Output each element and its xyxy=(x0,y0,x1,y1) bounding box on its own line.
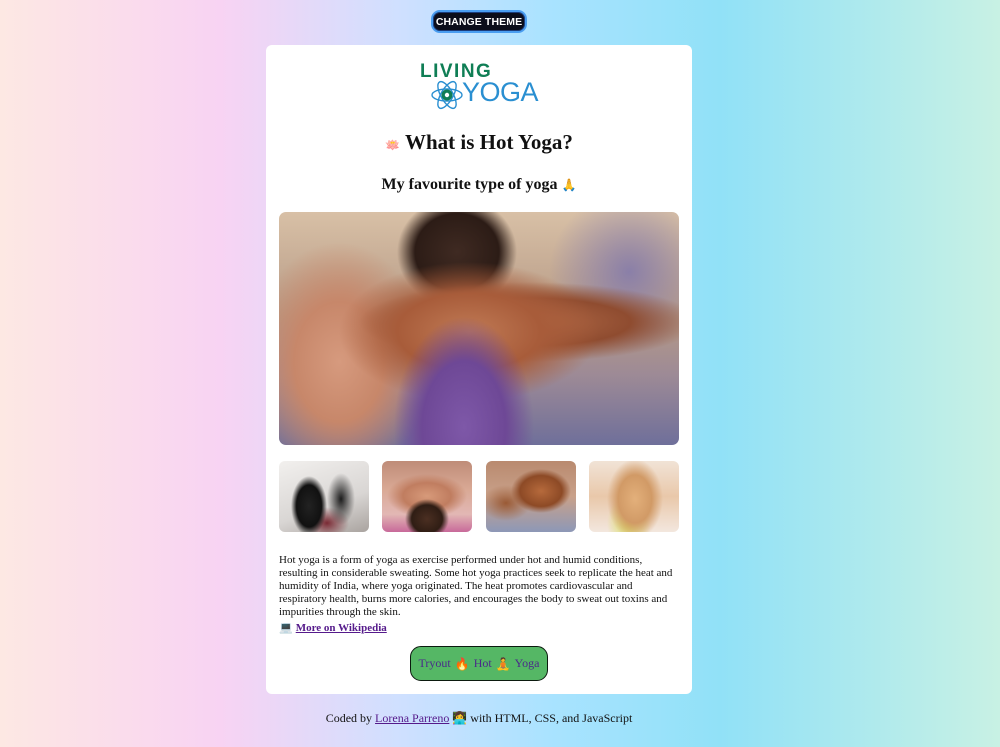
wikipedia-link-row: 💻 More on Wikipedia xyxy=(279,621,387,634)
praying-hands-icon: 🙏 xyxy=(561,178,577,192)
meditation-icon: 🧘 xyxy=(495,656,511,671)
footer-suffix: with HTML, CSS, and JavaScript xyxy=(470,711,633,725)
tryout-hot-yoga-button[interactable]: Tryout 🔥 Hot 🧘 Yoga xyxy=(410,646,548,681)
author-link[interactable]: Lorena Parreno xyxy=(375,711,449,725)
hot-word: Hot xyxy=(473,656,492,670)
thumbnail-image-2[interactable] xyxy=(382,461,472,532)
logo-text-yoga: YOGA xyxy=(462,77,539,107)
page-subtitle-text: My favourite type of yoga xyxy=(381,176,558,193)
content-card: LIVING YOGA 🪷 What is Hot Yoga? My favou… xyxy=(266,45,692,694)
page-subtitle: My favourite type of yoga 🙏 xyxy=(266,176,692,194)
lotus-icon: 🪷 xyxy=(385,138,401,152)
thumbnail-image-3[interactable] xyxy=(486,461,576,532)
yoga-word: Yoga xyxy=(514,656,540,670)
lotus-atom-icon xyxy=(431,80,463,110)
page-title: 🪷 What is Hot Yoga? xyxy=(266,130,692,155)
page-title-text: What is Hot Yoga? xyxy=(405,130,573,154)
thumbnail-image-4[interactable] xyxy=(589,461,679,532)
tryout-word: Tryout xyxy=(418,656,451,670)
footer-prefix: Coded by xyxy=(325,711,373,725)
footer: Coded by Lorena Parreno 👩‍💻 with HTML, C… xyxy=(0,711,958,726)
change-theme-button[interactable]: CHANGE THEME xyxy=(431,10,527,33)
thumbnail-gallery xyxy=(279,461,679,532)
hero-image xyxy=(279,212,679,445)
wikipedia-link[interactable]: More on Wikipedia xyxy=(296,622,387,634)
description-paragraph: Hot yoga is a form of yoga as exercise p… xyxy=(279,554,673,618)
technologist-icon: 👩‍💻 xyxy=(452,711,468,725)
laptop-icon: 💻 xyxy=(279,621,293,634)
living-yoga-logo: LIVING YOGA xyxy=(418,61,542,113)
thumbnail-image-1[interactable] xyxy=(279,461,369,532)
fire-icon: 🔥 xyxy=(454,656,470,671)
